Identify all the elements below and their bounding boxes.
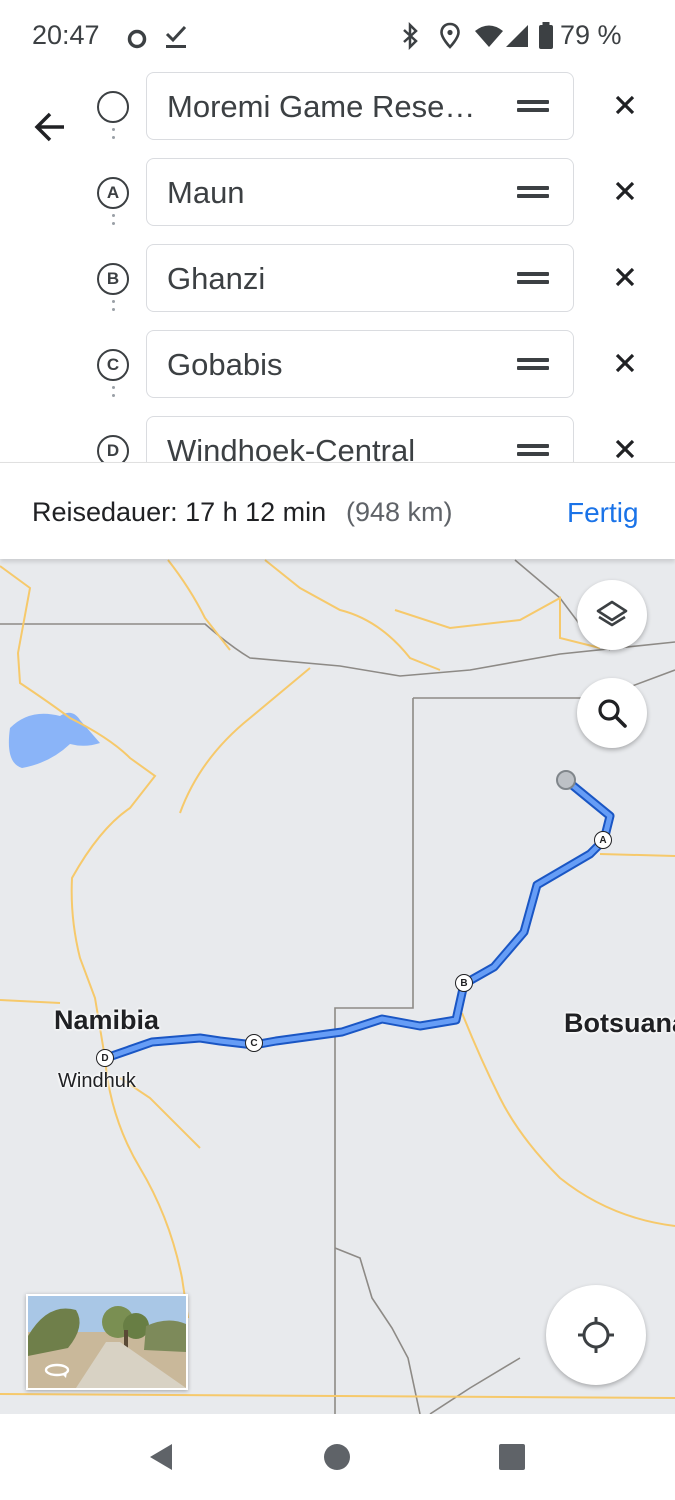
search-along-route-button[interactable] — [577, 678, 647, 748]
border-south2 — [429, 1357, 521, 1414]
layers-button[interactable] — [577, 580, 647, 650]
country-label-botswana: Botsuana — [564, 1008, 675, 1038]
location-icon — [440, 22, 460, 49]
road — [599, 853, 675, 857]
search-icon — [598, 699, 627, 728]
border-botswana-namibia — [334, 698, 414, 1414]
done-button[interactable]: Fertig — [567, 497, 639, 529]
status-bar: 20:47 79 % — [0, 0, 675, 72]
map-view[interactable]: A B C D Namibia Botsuana Windhuk — [0, 558, 675, 1414]
sync-circle-icon — [127, 29, 147, 49]
waypoint-input-d[interactable]: Windhoek-Central — [146, 416, 574, 462]
my-location-button[interactable] — [546, 1285, 646, 1385]
waypoint-text: Gobabis — [167, 347, 283, 382]
waypoint-row-a: A Maun — [0, 158, 675, 246]
crosshair-location-icon — [578, 1317, 614, 1353]
route-line — [103, 777, 613, 1061]
waypoint-row-origin: Moremi Game Rese… — [0, 72, 675, 160]
task-check-icon — [165, 25, 187, 48]
route-summary-bar: Reisedauer: 17 h 12 min (948 km) Fertig — [0, 462, 675, 559]
origin-marker-icon — [97, 91, 129, 123]
border-south — [334, 1247, 421, 1414]
waypoint-input-origin[interactable]: Moremi Game Rese… — [146, 72, 574, 140]
travel-distance: (948 km) — [346, 497, 453, 527]
drag-handle-icon[interactable] — [517, 441, 549, 459]
street-view-360-icon — [44, 1363, 70, 1378]
layers-icon — [596, 600, 628, 627]
waypoint-row-c: C Gobabis — [0, 330, 675, 418]
waypoint-marker-b: B — [97, 263, 129, 295]
close-icon[interactable] — [610, 348, 640, 378]
waypoint-row-b: B Ghanzi — [0, 244, 675, 332]
close-icon[interactable] — [610, 434, 640, 462]
nav-back-icon[interactable] — [146, 1442, 176, 1472]
status-time: 20:47 — [32, 20, 100, 50]
waypoint-text: Maun — [167, 175, 245, 210]
road — [461, 1012, 675, 1227]
waypoint-input-c[interactable]: Gobabis — [146, 330, 574, 398]
country-label-namibia: Namibia — [54, 1005, 160, 1035]
drag-handle-icon[interactable] — [517, 355, 549, 373]
drag-handle-icon[interactable] — [517, 97, 549, 115]
route-stop-marker-c[interactable]: C — [245, 1034, 263, 1052]
waypoint-text: Windhoek-Central — [167, 433, 416, 462]
waypoint-marker-a: A — [97, 177, 129, 209]
city-label-windhoek: Windhuk — [58, 1070, 136, 1092]
road — [167, 559, 231, 651]
route-stop-marker-a[interactable]: A — [594, 831, 612, 849]
waypoint-input-a[interactable]: Maun — [146, 158, 574, 226]
waypoint-list: Moremi Game Rese… A Maun B Ghanzi C Goba… — [0, 72, 675, 462]
route-origin-dot — [556, 770, 576, 790]
road — [0, 999, 61, 1004]
route-line-outline — [101, 775, 615, 1063]
road — [264, 559, 441, 671]
bluetooth-icon — [403, 22, 418, 50]
waypoint-marker-d: D — [97, 435, 129, 462]
close-icon[interactable] — [610, 262, 640, 292]
road — [104, 1057, 189, 1319]
close-icon[interactable] — [610, 176, 640, 206]
road — [394, 596, 601, 649]
road — [0, 565, 157, 1059]
route-stop-marker-d[interactable]: D — [96, 1049, 114, 1067]
route-stop-marker-b[interactable]: B — [455, 974, 473, 992]
waypoint-text: Moremi Game Rese… — [167, 89, 476, 124]
battery-icon — [539, 22, 553, 49]
close-icon[interactable] — [610, 90, 640, 120]
drag-handle-icon[interactable] — [517, 183, 549, 201]
nav-home-icon[interactable] — [323, 1443, 351, 1471]
waypoint-marker-c: C — [97, 349, 129, 381]
cellular-signal-icon — [506, 25, 528, 47]
road — [0, 1393, 675, 1399]
waypoint-input-b[interactable]: Ghanzi — [146, 244, 574, 312]
lake — [8, 712, 100, 768]
street-view-thumbnail[interactable] — [26, 1294, 188, 1390]
travel-duration: Reisedauer: 17 h 12 min — [32, 497, 327, 527]
waypoint-row-d: D Windhoek-Central — [0, 416, 675, 462]
battery-level: 79 % — [560, 20, 622, 50]
wifi-icon — [475, 25, 503, 47]
drag-handle-icon[interactable] — [517, 269, 549, 287]
map-canvas — [0, 559, 675, 1414]
system-nav-bar — [0, 1414, 675, 1500]
waypoint-text: Ghanzi — [167, 261, 266, 296]
border-north — [0, 623, 675, 677]
nav-recents-icon[interactable] — [498, 1443, 526, 1471]
road — [179, 667, 311, 814]
